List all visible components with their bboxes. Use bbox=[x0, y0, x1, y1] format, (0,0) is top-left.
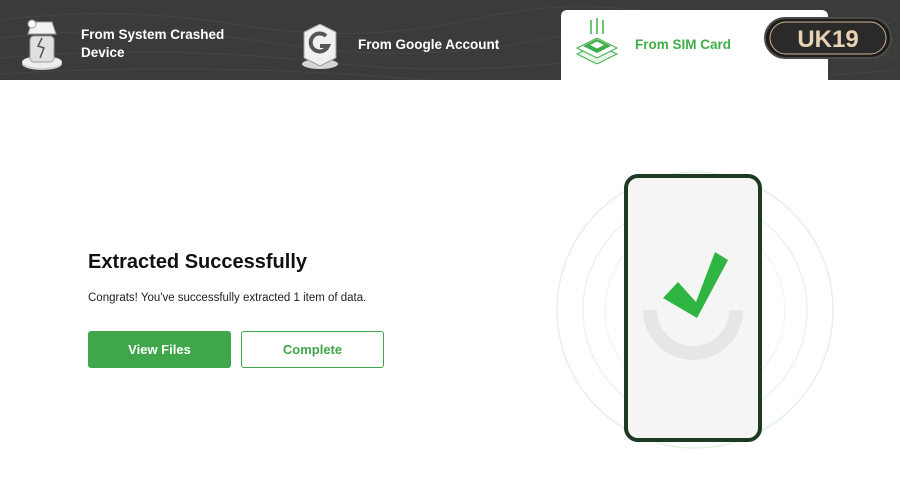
uk19-watermark-logo: UK19 bbox=[764, 16, 892, 60]
svg-text:UK19: UK19 bbox=[797, 26, 858, 53]
result-title: Extracted Successfully bbox=[88, 251, 307, 273]
sim-card-icon bbox=[573, 16, 621, 70]
tab-google-account-label: From Google Account bbox=[358, 37, 500, 52]
result-message: Congrats! You've successfully extracted … bbox=[88, 292, 367, 304]
success-phone-illustration bbox=[556, 171, 834, 449]
google-account-icon bbox=[296, 18, 344, 72]
tab-sim-card-label: From SIM Card bbox=[635, 37, 732, 52]
result-panel: Extracted Successfully Congrats! You've … bbox=[88, 248, 488, 306]
view-files-button[interactable]: View Files bbox=[88, 331, 231, 368]
action-buttons: View Files Complete bbox=[88, 331, 384, 368]
app-window: From System Crashed Device From Google A… bbox=[0, 0, 900, 500]
crashed-device-icon bbox=[18, 14, 68, 72]
tab-google-account[interactable]: From Google Account bbox=[296, 0, 536, 80]
tab-system-crashed-device-label: From System Crashed Device bbox=[81, 27, 225, 60]
tab-bar: From System Crashed Device From Google A… bbox=[0, 0, 900, 80]
complete-button[interactable]: Complete bbox=[241, 331, 384, 368]
tab-system-crashed-device[interactable]: From System Crashed Device bbox=[18, 0, 268, 80]
